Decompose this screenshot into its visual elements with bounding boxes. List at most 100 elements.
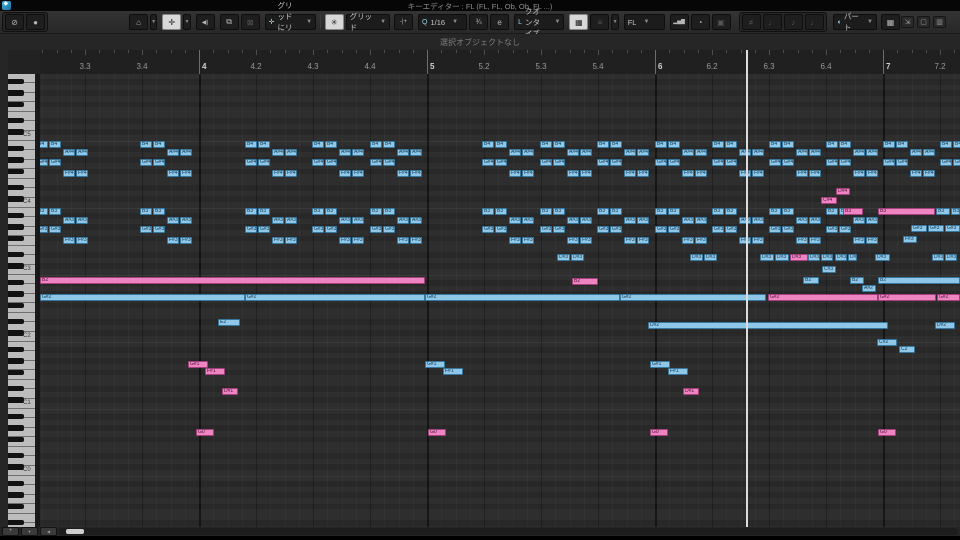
piano-key-black[interactable] — [8, 213, 24, 219]
midi-note[interactable]: D#2 — [935, 322, 955, 329]
midi-note[interactable]: G#4 — [953, 159, 960, 166]
midi-note[interactable]: B4 — [245, 141, 257, 148]
midi-note[interactable]: A#3 — [796, 217, 808, 224]
midi-note[interactable]: A#3 — [167, 217, 179, 224]
midi-note[interactable]: A#4 — [853, 149, 865, 156]
piano-key-black[interactable] — [8, 425, 24, 431]
midi-note[interactable]: F#4 — [272, 170, 284, 177]
transpose-button[interactable]: ◔ — [690, 14, 710, 30]
midi-note[interactable]: F#4 — [76, 170, 88, 177]
midi-note[interactable]: F#3 — [637, 237, 649, 244]
midi-note[interactable]: D#3 — [775, 254, 789, 261]
midi-note[interactable]: G#3 — [655, 226, 667, 233]
piano-key-black[interactable] — [8, 90, 24, 96]
midi-note[interactable]: D#3 — [808, 254, 820, 261]
midi-note[interactable]: F#4 — [910, 170, 922, 177]
midi-note[interactable]: F#4 — [624, 170, 636, 177]
midi-note[interactable]: D#3 — [790, 254, 808, 261]
midi-note[interactable]: B4 — [712, 141, 724, 148]
midi-note[interactable]: B4 — [668, 141, 680, 148]
midi-note[interactable]: G#4 — [668, 159, 680, 166]
midi-note[interactable]: C#2 — [877, 339, 897, 346]
midi-note[interactable]: A#4 — [180, 149, 192, 156]
midi-note[interactable]: F#4 — [167, 170, 179, 177]
piano-key-black[interactable] — [8, 291, 24, 297]
midi-note[interactable]: F#4 — [637, 170, 649, 177]
midi-note[interactable]: E2 — [218, 319, 240, 326]
piano-key-black[interactable] — [8, 386, 24, 392]
midi-note[interactable]: F#4 — [752, 170, 764, 177]
midi-note[interactable]: A#4 — [522, 149, 534, 156]
solo-editor-button[interactable]: ⊘ — [5, 14, 24, 30]
acoustic-feedback-button[interactable]: ◀) — [195, 14, 215, 30]
midi-note[interactable]: G#4 — [258, 159, 270, 166]
midi-note[interactable]: F#3 — [739, 237, 751, 244]
midi-note[interactable]: F#4 — [695, 170, 707, 177]
midi-note[interactable]: G#4 — [495, 159, 507, 166]
midi-note[interactable]: F#3 — [796, 237, 808, 244]
snap-toggle-button[interactable]: ✳ — [324, 14, 344, 30]
piano-key-black[interactable] — [8, 453, 24, 459]
midi-note[interactable]: B4 — [826, 141, 838, 148]
piano-key-black[interactable] — [8, 129, 24, 135]
midi-note[interactable]: A#4 — [580, 149, 592, 156]
midi-note[interactable]: A#4 — [923, 149, 935, 156]
midi-note[interactable]: B3 — [782, 208, 794, 215]
midi-note[interactable]: B3 — [153, 208, 165, 215]
midi-note[interactable]: A#2 — [862, 285, 876, 292]
midi-note[interactable]: A#3 — [624, 217, 636, 224]
midi-note[interactable]: G#3 — [140, 226, 152, 233]
midi-note[interactable]: G#3 — [495, 226, 507, 233]
midi-note[interactable]: B3 — [951, 208, 960, 215]
zoom-in-button[interactable]: + — [2, 527, 19, 536]
midi-note[interactable]: B4 — [769, 141, 781, 148]
midi-note[interactable]: G#3 — [482, 226, 494, 233]
midi-note[interactable]: A#3 — [352, 217, 364, 224]
show-note-overlaps-button[interactable]: ⧉ — [219, 14, 239, 30]
midi-note[interactable]: F#4 — [853, 170, 865, 177]
insert-icon-3[interactable]: ♩ — [804, 14, 824, 30]
midi-note[interactable]: G#2 — [425, 294, 620, 301]
midi-note[interactable]: G#4 — [655, 159, 667, 166]
piano-display-button[interactable]: ▦ — [880, 14, 900, 30]
mirror-button[interactable]: ▣ — [711, 14, 731, 30]
midi-note[interactable]: A#4 — [509, 149, 521, 156]
midi-note[interactable]: A#3 — [853, 217, 865, 224]
midi-note[interactable]: B4 — [258, 141, 270, 148]
midi-note[interactable]: A#3 — [397, 217, 409, 224]
tool-caret[interactable]: ▼ — [183, 14, 191, 30]
midi-note[interactable]: B3 — [597, 208, 609, 215]
piano-key-black[interactable] — [8, 302, 24, 308]
midi-note[interactable]: B3 — [40, 208, 48, 215]
input-caret[interactable]: ▼ — [611, 14, 619, 30]
midi-note[interactable]: B2 — [803, 277, 819, 284]
zoom-menu-button[interactable]: ▼ — [21, 527, 38, 536]
midi-note[interactable]: G#4 — [826, 159, 838, 166]
midi-note[interactable]: G#2 — [620, 294, 766, 301]
piano-key-black[interactable] — [8, 224, 24, 230]
midi-note[interactable]: G#4 — [553, 159, 565, 166]
midi-note[interactable]: G0 — [428, 429, 446, 436]
midi-note[interactable]: B4 — [312, 141, 324, 148]
midi-note[interactable]: G#2 — [937, 294, 960, 301]
midi-note[interactable]: G#4 — [610, 159, 622, 166]
midi-note[interactable]: F#4 — [682, 170, 694, 177]
midi-note[interactable]: F#3 — [76, 237, 88, 244]
piano-key-black[interactable] — [8, 101, 24, 107]
midi-note[interactable]: F#3 — [522, 237, 534, 244]
midi-note[interactable]: B3 — [826, 208, 838, 215]
midi-note[interactable]: D#4 — [836, 188, 850, 195]
midi-note[interactable]: A#3 — [285, 217, 297, 224]
horizontal-scrollbar[interactable] — [59, 528, 958, 535]
midi-note[interactable]: F#3 — [682, 237, 694, 244]
iterative-quantize-button[interactable]: e — [490, 14, 510, 30]
track-selector-dropdown[interactable]: FL ▼ — [623, 14, 665, 30]
piano-key-black[interactable] — [8, 118, 24, 124]
midi-note[interactable]: G#3 — [540, 226, 552, 233]
midi-note[interactable]: G#4 — [245, 159, 257, 166]
midi-note[interactable]: B3 — [655, 208, 667, 215]
midi-note[interactable]: A#4 — [695, 149, 707, 156]
piano-key-black[interactable] — [8, 157, 24, 163]
midi-note[interactable]: A#4 — [739, 149, 751, 156]
midi-note[interactable]: A#4 — [637, 149, 649, 156]
